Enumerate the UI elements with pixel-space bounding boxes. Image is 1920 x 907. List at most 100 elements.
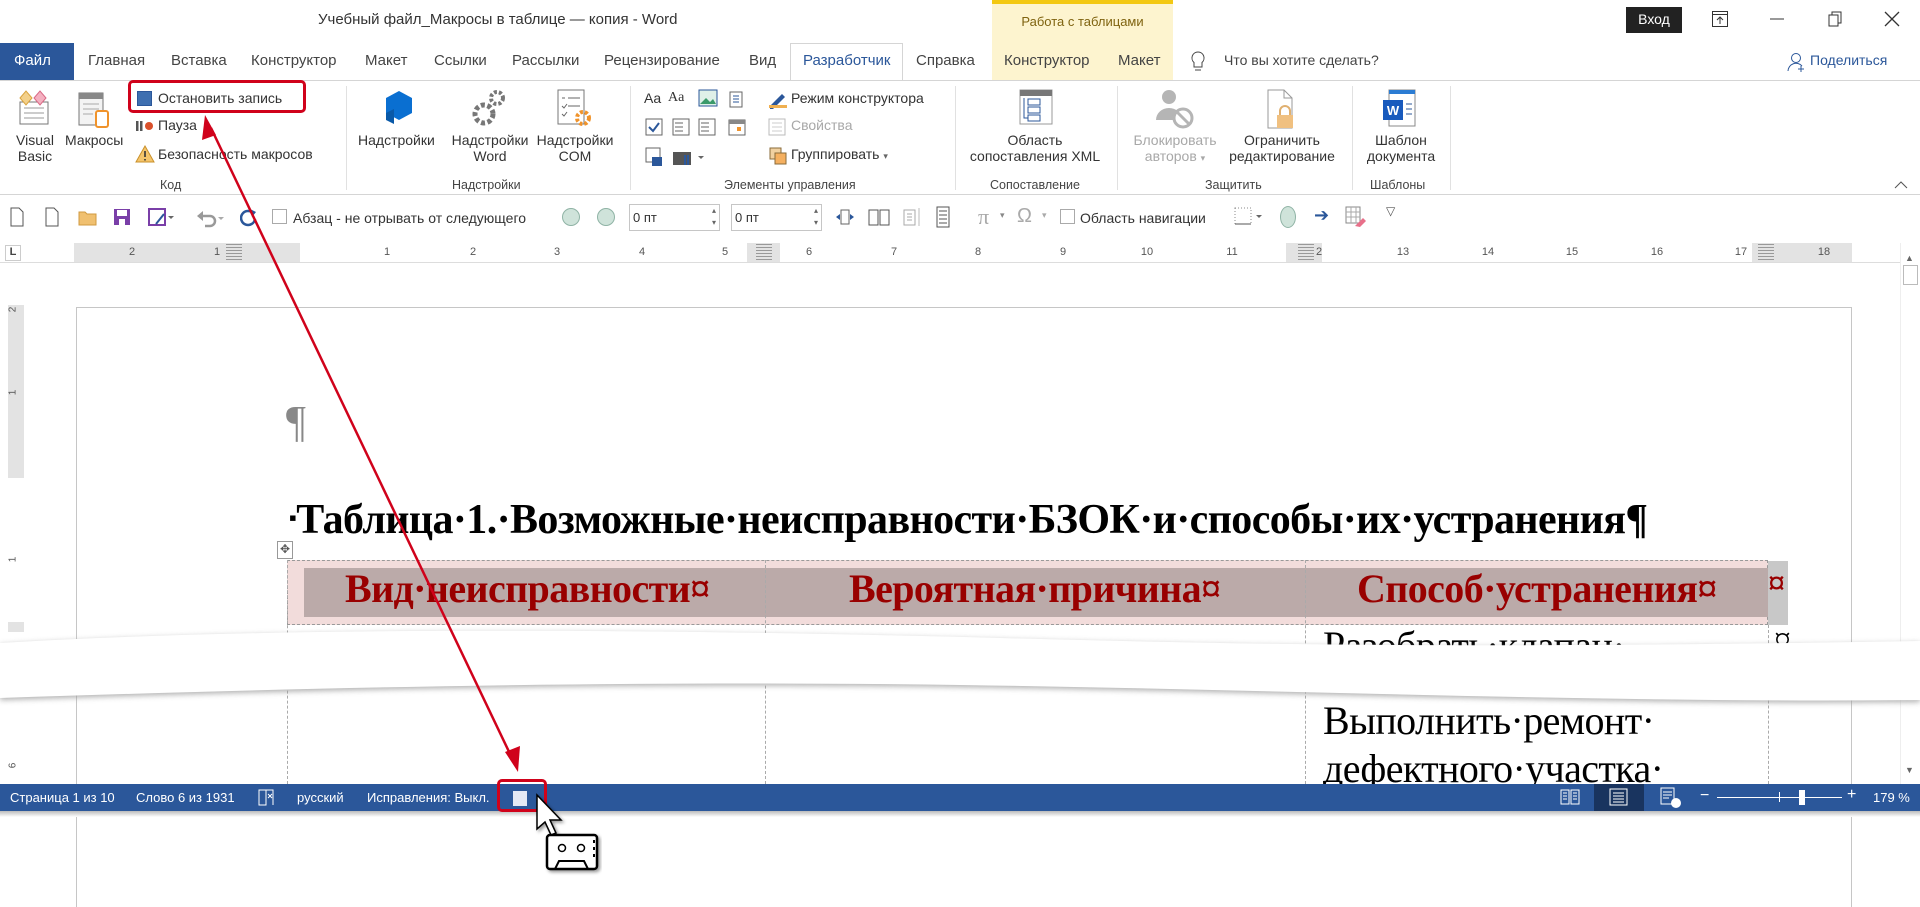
tell-me-search[interactable]: Что вы хотите сделать? <box>1224 52 1379 68</box>
tab-developer[interactable]: Разработчик <box>790 43 903 81</box>
chevron-down-icon[interactable]: ▾ <box>1042 210 1047 221</box>
chevron-down-icon[interactable]: ▾ <box>1000 210 1005 221</box>
minimize-icon[interactable] <box>1768 10 1786 28</box>
combobox-control-icon[interactable] <box>672 118 690 136</box>
restore-icon[interactable] <box>1826 10 1844 28</box>
save-as-icon[interactable] <box>148 208 174 228</box>
pilcrow-mark: ¶ <box>286 397 306 446</box>
circle-button-icon[interactable] <box>562 208 580 226</box>
table-move-handle-icon[interactable]: ✥ <box>277 541 293 559</box>
keep-with-next-checkbox[interactable] <box>272 209 287 224</box>
document-template-button[interactable]: Шаблон документа <box>1360 132 1442 164</box>
horizontal-ruler[interactable]: 2 1 1 2 3 4 5 6 7 8 9 10 11 2 13 14 15 16 17 18 <box>74 243 1852 263</box>
zoom-level[interactable]: 179 % <box>1873 790 1910 805</box>
xml-mapping-pane-button[interactable]: Область сопоставления XML <box>962 132 1108 164</box>
ruler-column-marker[interactable] <box>1758 243 1774 263</box>
tab-references[interactable]: Ссылки <box>434 52 487 69</box>
dropdown-control-icon[interactable] <box>698 118 716 136</box>
table-header-cell[interactable]: Вероятная·причина¤ <box>849 565 1221 612</box>
tab-insert[interactable]: Вставка <box>171 52 227 69</box>
table-caption[interactable]: ▪Таблица·1.·Возможные·неисправности·БЗОК… <box>289 496 1648 544</box>
print-layout-button[interactable] <box>1594 784 1644 811</box>
circle-button-icon[interactable] <box>1280 206 1296 228</box>
save-icon[interactable] <box>113 208 131 226</box>
page-count[interactable]: Страница 1 из 10 <box>10 790 115 805</box>
pause-button[interactable]: Пауза <box>158 117 197 133</box>
new-document-icon[interactable] <box>10 207 24 227</box>
word-count[interactable]: Слово 6 из 1931 <box>136 790 235 805</box>
scrollbar-thumb[interactable] <box>1903 265 1918 285</box>
tab-table-layout[interactable]: Макет <box>1118 52 1160 69</box>
macros-button[interactable]: Макросы <box>65 132 123 148</box>
share-button[interactable]: Поделиться <box>1810 52 1887 68</box>
tab-layout[interactable]: Макет <box>365 52 407 69</box>
table-header-cell[interactable]: Способ·устранения¤ <box>1357 565 1717 612</box>
blank-document-icon[interactable] <box>45 207 59 227</box>
arrow-right-icon[interactable]: ➔ <box>1314 205 1329 226</box>
equation-icon[interactable]: π <box>978 204 989 230</box>
tab-home[interactable]: Главная <box>88 52 145 69</box>
group-icon[interactable] <box>768 146 788 166</box>
read-mode-icon[interactable] <box>1560 787 1580 807</box>
navigation-pane-checkbox[interactable] <box>1060 209 1075 224</box>
tab-review[interactable]: Рецензирование <box>604 52 720 69</box>
eraser-table-icon[interactable] <box>1345 206 1367 228</box>
undo-icon[interactable] <box>196 208 226 228</box>
justify-icon[interactable] <box>936 206 950 228</box>
group-button[interactable]: Группировать ▾ <box>791 146 888 162</box>
customize-qat-icon[interactable]: ▽ <box>1386 204 1395 218</box>
word-addins-label-2: Word <box>473 148 507 164</box>
date-picker-control-icon[interactable] <box>728 118 746 136</box>
building-block-control-icon[interactable] <box>728 88 746 108</box>
collapse-ribbon-icon[interactable] <box>1894 180 1908 190</box>
ruler-column-marker[interactable] <box>1298 243 1314 263</box>
tab-selector-icon[interactable]: L <box>5 245 21 261</box>
com-addins-button[interactable]: Надстройки COM <box>532 132 618 164</box>
tab-mailings[interactable]: Рассылки <box>512 52 579 69</box>
borders-icon[interactable] <box>1234 207 1264 227</box>
checkbox-control-icon[interactable] <box>645 118 663 136</box>
zoom-out-button[interactable]: − <box>1700 787 1709 805</box>
table-header-cell[interactable]: Вид·неисправности¤ <box>345 565 710 612</box>
language-indicator[interactable]: русский <box>297 790 344 805</box>
ruler-column-marker[interactable] <box>756 243 772 263</box>
redo-icon[interactable] <box>240 207 258 227</box>
design-mode-icon[interactable] <box>768 89 788 109</box>
tab-table-design[interactable]: Конструктор <box>1004 52 1090 69</box>
repeating-section-control-icon[interactable] <box>645 147 665 167</box>
ruler-number: 9 <box>1059 246 1067 258</box>
tab-help[interactable]: Справка <box>916 52 975 69</box>
scroll-up-icon[interactable]: ▲ <box>1905 253 1914 263</box>
zoom-slider-thumb[interactable] <box>1799 790 1805 805</box>
visual-basic-button[interactable]: Visual Basic <box>10 132 60 164</box>
restrict-editing-button[interactable]: Ограничить редактирование <box>1224 132 1340 164</box>
word-addins-button[interactable]: Надстройки Word <box>447 132 533 164</box>
circle-button-icon[interactable] <box>597 208 615 226</box>
open-folder-icon[interactable] <box>78 208 98 226</box>
design-mode-button[interactable]: Режим конструктора <box>791 90 924 106</box>
spacing-before-input[interactable]: 0 пт <box>629 204 720 231</box>
close-icon[interactable] <box>1883 10 1901 28</box>
ribbon-display-options-icon[interactable] <box>1711 10 1729 28</box>
proofing-icon[interactable] <box>257 788 277 808</box>
plain-text-control-icon[interactable]: Aa <box>668 90 684 106</box>
zoom-in-button[interactable]: + <box>1847 786 1856 804</box>
scroll-down-icon[interactable]: ▼ <box>1905 765 1914 775</box>
text-direction-icon[interactable] <box>835 207 855 227</box>
two-pages-icon[interactable] <box>868 207 890 227</box>
web-layout-icon[interactable] <box>1660 787 1682 809</box>
rich-text-control-icon[interactable]: Aa <box>644 90 661 106</box>
addins-button[interactable]: Надстройки <box>358 132 435 148</box>
sign-in-button[interactable]: Вход <box>1626 7 1682 33</box>
legacy-tools-icon[interactable] <box>672 147 706 167</box>
picture-control-icon[interactable] <box>698 89 718 107</box>
tab-design[interactable]: Конструктор <box>251 52 337 69</box>
ruler-left-indent-marker[interactable] <box>226 243 242 263</box>
track-changes-indicator[interactable]: Исправления: Выкл. <box>367 790 490 805</box>
macro-security-button[interactable]: Безопасность макросов <box>158 146 313 162</box>
tab-view[interactable]: Вид <box>749 52 776 69</box>
line-spacing-icon[interactable] <box>902 206 922 228</box>
spacing-after-input[interactable]: 0 пт <box>731 204 822 231</box>
symbol-omega-icon[interactable]: Ω <box>1017 205 1032 228</box>
tab-file[interactable]: Файл <box>0 43 74 80</box>
